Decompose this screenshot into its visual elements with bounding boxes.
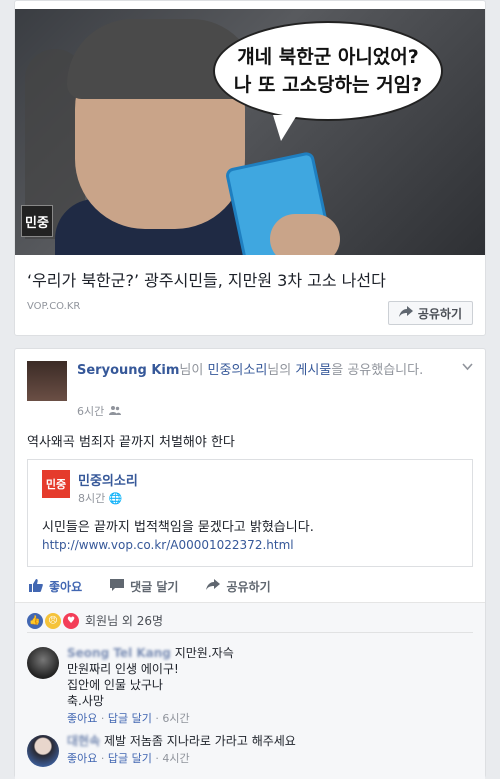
like-label: 좋아요	[49, 580, 83, 594]
post-time-row: 6시간	[77, 403, 122, 419]
commenter-name[interactable]: Seong Tel Kang	[67, 646, 171, 660]
comment-line: 집안에 인물 났구나	[67, 678, 163, 692]
reaction-summary[interactable]: 👍 😠 ♥ 회원님 외 26명	[27, 609, 473, 633]
page-link[interactable]: 민중의소리	[207, 363, 267, 378]
hand-shape	[270, 214, 340, 255]
header-text: 님이	[179, 363, 208, 378]
story-header: Seryoung Kim님이 민중의소리님의 게시물을 공유했습니다.	[77, 361, 447, 380]
chevron-down-icon[interactable]	[462, 361, 473, 374]
share-post-label: 공유하기	[226, 580, 271, 594]
share-arrow-icon	[398, 305, 413, 321]
comment-like-link[interactable]: 좋아요	[67, 752, 97, 765]
shared-text: 시민들은 끝까지 법적책임을 묻겠다고 밝혔습니다.	[42, 520, 314, 535]
comment-time[interactable]: 6시간	[162, 712, 189, 725]
comment-time[interactable]: 4시간	[162, 752, 189, 765]
post-card: Seryoung Kim님이 민중의소리님의 게시물을 공유했습니다. 6시간 …	[14, 348, 486, 779]
author-avatar[interactable]	[27, 361, 67, 401]
article-image[interactable]: 걔네 북한군 아니었어? 나 또 고소당하는 거임? 민중	[15, 9, 485, 255]
post-link[interactable]: 게시물	[295, 363, 331, 378]
speech-bubble: 걔네 북한군 아니었어? 나 또 고소당하는 거임?	[213, 21, 443, 141]
friends-icon[interactable]	[109, 405, 122, 418]
reaction-count: 회원님 외 26명	[85, 614, 164, 628]
comment-line: 축.사망	[67, 694, 104, 708]
comment-body: Seong Tel Kang 지만원.자슥 만원짜리 인생 에이구! 집안에 인…	[67, 645, 457, 727]
comment-line: 만원짜리 인생 에이구!	[67, 662, 179, 676]
commenter-avatar[interactable]	[27, 647, 59, 679]
comment-line: 제발 저놈좀 지나라로 가라고 해주세요	[103, 734, 296, 748]
like-reaction-icon: 👍	[27, 612, 43, 629]
angry-reaction-icon: 😠	[45, 612, 61, 629]
comment-meta: 좋아요 · 답글 달기 · 6시간	[67, 712, 190, 725]
globe-icon: 🌐	[108, 492, 123, 505]
post-time[interactable]: 6시간	[77, 403, 104, 419]
shared-url[interactable]: http://www.vop.co.kr/A00001022372.html	[42, 538, 294, 552]
thumbs-up-icon	[29, 578, 43, 595]
bubble-line-2: 나 또 고소당하는 거임?	[233, 74, 423, 96]
commenter-avatar[interactable]	[27, 735, 59, 767]
reactions-section: 👍 😠 ♥ 회원님 외 26명 Seong Tel Kang 지만원.자슥 만원…	[15, 603, 485, 779]
share-post-button[interactable]: 공유하기	[206, 578, 271, 595]
comment-reply-link[interactable]: 답글 달기	[108, 752, 152, 765]
like-button[interactable]: 좋아요	[29, 578, 82, 595]
author-name[interactable]: Seryoung Kim	[77, 363, 179, 378]
love-reaction-icon: ♥	[63, 612, 79, 629]
comment-reply-link[interactable]: 답글 달기	[108, 712, 152, 725]
comment-like-link[interactable]: 좋아요	[67, 712, 97, 725]
page-logo[interactable]: 민중	[42, 470, 70, 498]
shared-page-name[interactable]: 민중의소리	[78, 470, 138, 489]
bubble-line-1: 걔네 북한군 아니었어?	[237, 46, 419, 68]
header-text-3: 을 공유했습니다.	[331, 363, 424, 378]
comment-label: 댓글 달기	[130, 580, 179, 594]
action-bar: 좋아요 댓글 달기 공유하기	[15, 571, 485, 603]
shared-post[interactable]: 민중 민중의소리 8시간 🌐 시민들은 끝까지 법적책임을 묻겠다고 밝혔습니다…	[27, 459, 473, 567]
link-title[interactable]: ‘우리가 북한군?’ 광주시민들, 지만원 3차 고소 나선다	[27, 267, 386, 291]
shared-time-row: 8시간 🌐	[78, 490, 122, 506]
vop-logo: 민중	[21, 205, 53, 237]
commenter-name[interactable]: 대현속	[67, 734, 100, 748]
share-arrow-icon	[206, 579, 221, 594]
comment-body: 대현속 제발 저놈좀 지나라로 가라고 해주세요 좋아요 · 답글 달기 · 4…	[67, 733, 457, 767]
share-button[interactable]: 공유하기	[387, 301, 473, 325]
comment-meta: 좋아요 · 답글 달기 · 4시간	[67, 752, 190, 765]
link-preview-card[interactable]: 걔네 북한군 아니었어? 나 또 고소당하는 거임? 민중 ‘우리가 북한군?’…	[14, 0, 486, 336]
comment-line: 지만원.자슥	[174, 646, 234, 660]
share-label: 공유하기	[417, 306, 462, 321]
shared-time[interactable]: 8시간	[78, 492, 105, 505]
post-message: 역사왜곡 범죄자 끝까지 처벌해야 한다	[27, 435, 235, 450]
link-domain: VOP.CO.KR	[27, 301, 81, 312]
comment-button[interactable]: 댓글 달기	[110, 578, 178, 595]
comment-icon	[110, 578, 125, 595]
header-text-2: 님의	[267, 363, 296, 378]
